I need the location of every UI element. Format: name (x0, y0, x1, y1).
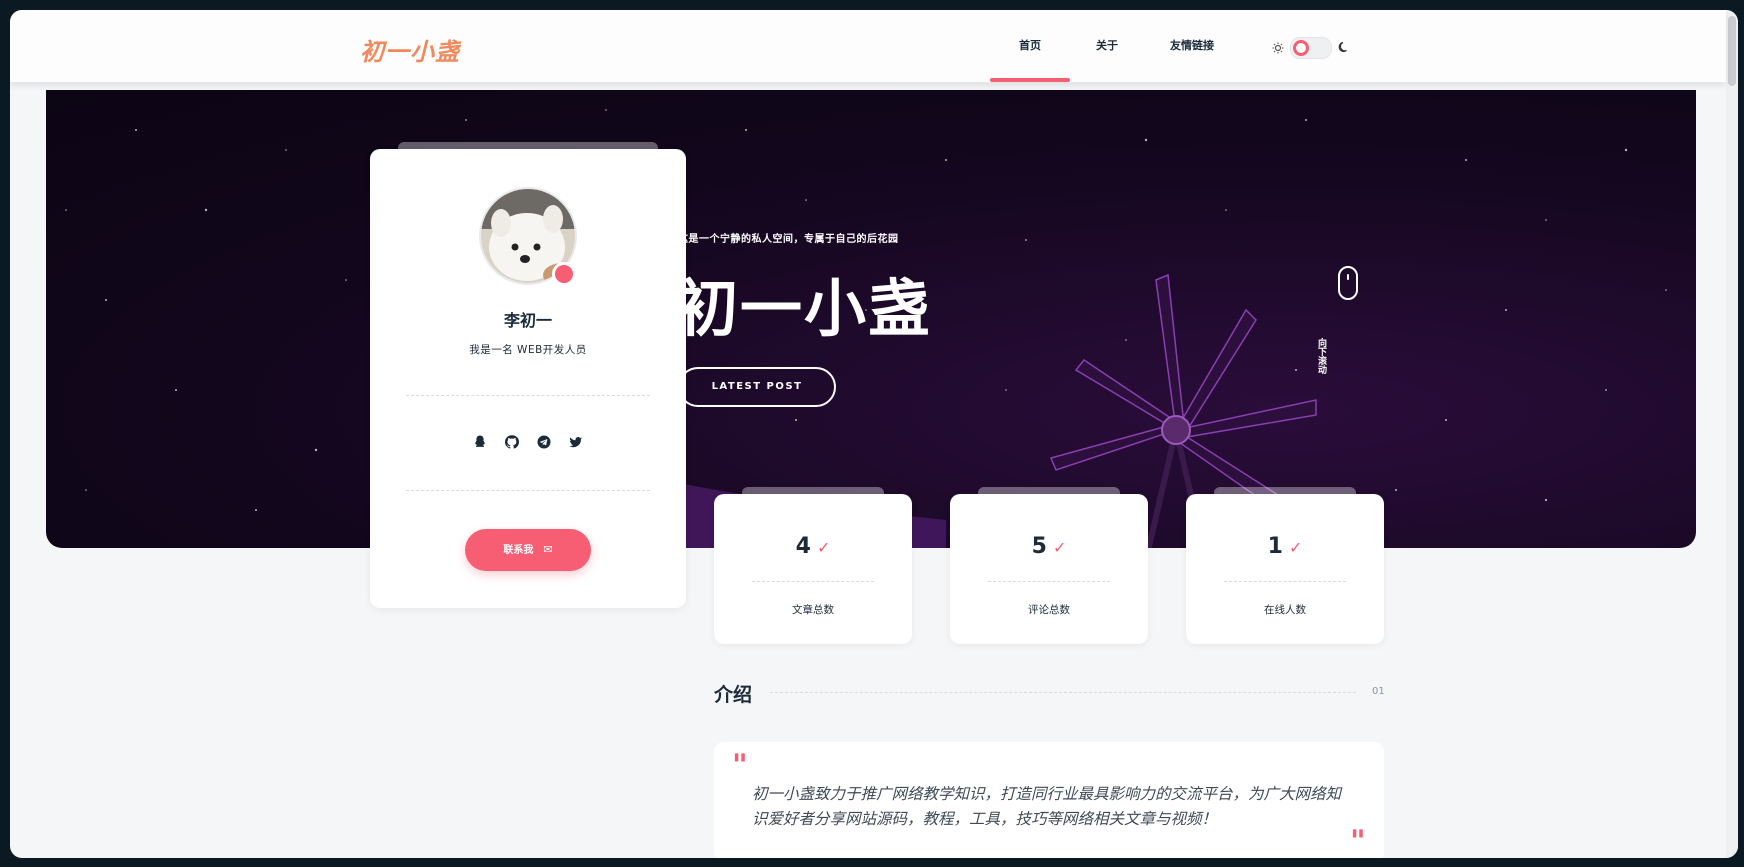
nav-item-links[interactable]: 友情链接 (1144, 10, 1240, 82)
stat-label: 评论总数 (1028, 604, 1070, 616)
stat-value: 4 ✓ (795, 534, 831, 559)
stat-value: 1 ✓ (1267, 534, 1303, 559)
intro-section-number: 01 (1372, 686, 1385, 697)
qq-icon[interactable] (472, 434, 488, 450)
hero-subtitle: 这是一个宁静的私人空间，专属于自己的后花园 (678, 234, 899, 245)
mail-icon: ✉ (543, 543, 553, 556)
telegram-icon[interactable] (536, 434, 552, 450)
open-quote-icon: " (732, 748, 748, 783)
intro-heading: 介绍 (714, 684, 753, 706)
nav-item-about[interactable]: 关于 (1070, 10, 1144, 82)
profile-divider-bottom (406, 490, 650, 491)
check-icon: ✓ (1288, 538, 1303, 557)
sun-icon (1272, 42, 1284, 54)
page-scrollbar[interactable] (1726, 10, 1738, 858)
stat-divider (988, 581, 1110, 582)
theme-switcher (1272, 37, 1350, 59)
social-links (370, 434, 686, 450)
site-logo[interactable]: 初一小盏 (360, 32, 460, 67)
profile-bio: 我是一名 WEB开发人员 (469, 344, 587, 356)
hero-title: 初一小盏 (676, 272, 933, 345)
stat-label: 在线人数 (1264, 604, 1306, 616)
site-header: 初一小盏 首页 关于 友情链接 (10, 10, 1726, 82)
contact-button-label: 联系我 (503, 545, 534, 556)
stat-card-comments[interactable]: 5 ✓ 评论总数 (950, 494, 1148, 644)
twitter-icon[interactable] (568, 434, 584, 450)
stat-value: 5 ✓ (1031, 534, 1067, 559)
scroll-dot (1347, 274, 1349, 280)
toggle-knob (1293, 40, 1309, 56)
stat-card-posts[interactable]: 4 ✓ 文章总数 (714, 494, 912, 644)
scrollbar-thumb[interactable] (1728, 16, 1736, 86)
main-nav: 首页 关于 友情链接 (990, 10, 1240, 82)
close-quote-icon: " (1350, 824, 1366, 858)
profile-divider-top (406, 395, 650, 396)
intro-divider (770, 692, 1356, 693)
intro-quote-card: " 初一小盏致力于推广网络教学知识，打造同行业最具影响力的交流平台，为广大网络知… (714, 742, 1384, 858)
nav-item-home[interactable]: 首页 (990, 10, 1070, 82)
stat-divider (1224, 581, 1346, 582)
check-icon: ✓ (816, 538, 831, 557)
scroll-down-label[interactable]: 向下滚动 (1315, 338, 1328, 374)
browser-window: 初一小盏 首页 关于 友情链接 这是一个宁静的私人空间，专属于自己的后花园 初一… (10, 10, 1738, 858)
stat-card-online[interactable]: 1 ✓ 在线人数 (1186, 494, 1384, 644)
moon-icon (1338, 41, 1350, 56)
profile-card: 李初一 我是一名 WEB开发人员 联系我 ✉ (370, 149, 686, 608)
check-icon: ✓ (1052, 538, 1067, 557)
stat-label: 文章总数 (792, 604, 834, 616)
dark-mode-toggle[interactable] (1290, 37, 1332, 59)
github-icon[interactable] (504, 434, 520, 450)
profile-name: 李初一 (503, 311, 552, 330)
stat-divider (752, 581, 874, 582)
hero-banner: 这是一个宁静的私人空间，专属于自己的后花园 初一小盏 LATEST POST 向… (46, 90, 1696, 548)
scroll-mouse-icon[interactable] (1338, 266, 1358, 300)
latest-post-button[interactable]: LATEST POST (678, 367, 836, 407)
online-status-dot (552, 262, 576, 286)
intro-quote-text: 初一小盏致力于推广网络教学知识，打造同行业最具影响力的交流平台，为广大网络知识爱… (752, 785, 1342, 828)
contact-me-button[interactable]: 联系我 ✉ (465, 529, 591, 571)
